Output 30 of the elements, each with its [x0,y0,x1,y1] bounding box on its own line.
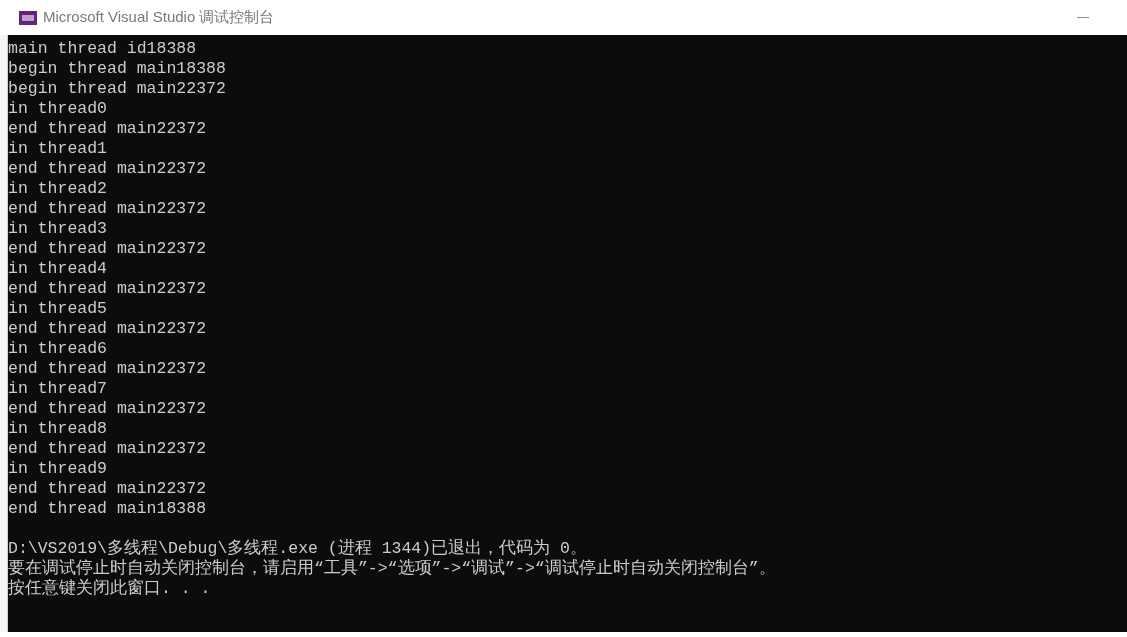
console-line: end thread main22372 [8,159,207,179]
console-line: 要在调试停止时自动关闭控制台，请启用“工具”->“选项”->“调试”->“调试停止时自动关闭控制台”。 [8,559,776,578]
console-line: in thread6 [8,339,108,359]
console-line: end thread main22372 [8,239,207,259]
console-line: begin thread main22372 [8,79,226,99]
console-line: in thread9 [8,459,108,479]
console-line: end thread main22372 [8,119,207,139]
console-line: 按任意键关闭此窗口. . . [8,579,211,599]
window-title: Microsoft Visual Studio 调试控制台 [43,7,275,28]
console-line: in thread2 [8,179,108,199]
console-line: in thread4 [8,259,108,279]
console-line: end thread main22372 [8,319,207,339]
console-line: end thread main22372 [8,439,207,459]
console-line: end thread main22372 [8,479,207,499]
minimize-icon [1077,17,1089,18]
console-line: main thread id18388 [8,39,197,59]
console-line: in thread1 [8,139,108,159]
console-line: end thread main18388 [8,499,207,519]
console-line: end thread main22372 [8,359,207,379]
console-line: in thread0 [8,99,108,119]
console-line: D:\VS2019\多线程\Debug\多线程.exe (进程 1344)已退出，代码为 0。 [8,539,587,558]
app-icon [19,10,37,25]
console-line: end thread main22372 [8,199,207,219]
console-line: end thread main22372 [8,279,207,299]
console-line: in thread8 [8,419,108,439]
console-line: in thread5 [8,299,108,319]
console-line: end thread main22372 [8,399,207,419]
console-line: begin thread main18388 [8,59,226,79]
console-line: in thread7 [8,379,108,399]
console-line: in thread3 [8,219,108,239]
